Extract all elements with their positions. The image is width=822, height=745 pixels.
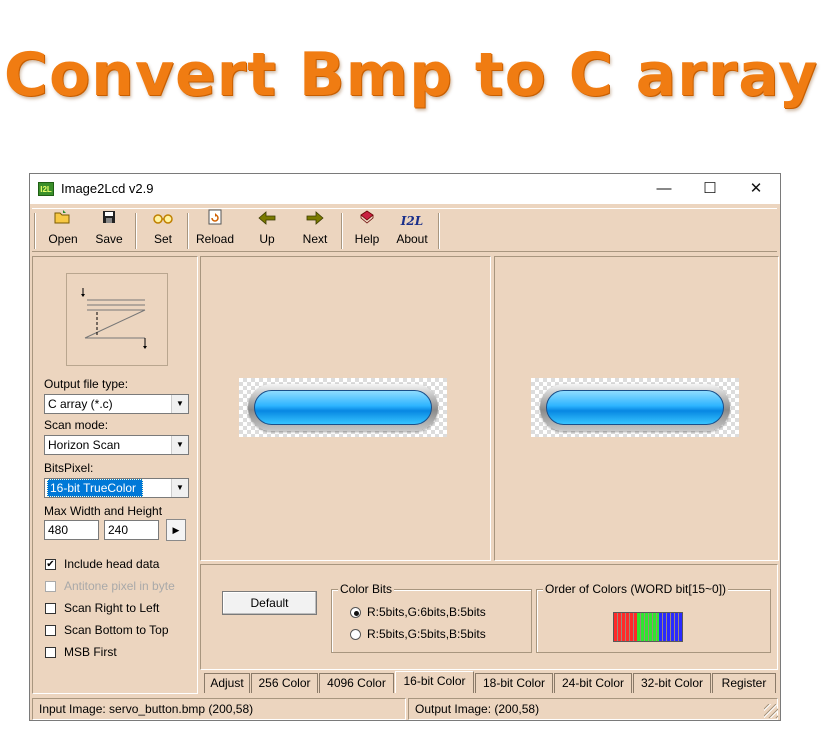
close-button[interactable]: ✕ — [733, 174, 779, 204]
color-order-group: Order of Colors (WORD bit[15~0]) — [536, 582, 771, 653]
max-size-label: Max Width and Height — [44, 504, 163, 518]
toolbar: Open Save Set Reload Up Next Help I2L Ab… — [32, 208, 777, 252]
default-button[interactable]: Default — [222, 591, 317, 615]
next-button[interactable]: Next — [296, 209, 334, 253]
output-image-status: Output Image: (200,58) — [408, 698, 778, 720]
radio-selected-icon — [350, 607, 361, 618]
msb-first-label: MSB First — [64, 645, 117, 659]
output-type-select[interactable]: C array (*.c) ▼ — [44, 394, 189, 414]
color-order-title: Order of Colors (WORD bit[15~0]) — [543, 582, 729, 596]
reload-label: Reload — [195, 232, 235, 246]
scan-mode-select[interactable]: Horizon Scan ▼ — [44, 435, 189, 455]
output-image-preview — [494, 256, 779, 561]
help-label: Help — [354, 232, 380, 246]
reload-icon — [194, 209, 236, 231]
open-button[interactable]: Open — [42, 209, 84, 253]
toolbar-separator — [135, 213, 137, 249]
arrow-left-icon — [250, 209, 284, 231]
bits-pixel-value: 16-bit TrueColor — [47, 479, 144, 497]
scan-right-to-left-label: Scan Right to Left — [64, 601, 160, 615]
resize-grip-icon[interactable] — [764, 704, 778, 718]
maximize-button[interactable]: ☐ — [687, 174, 733, 204]
toolbar-separator — [187, 213, 189, 249]
about-logo-icon: I2L — [400, 214, 424, 228]
scan-direction-icon — [81, 288, 147, 349]
minimize-button[interactable]: — — [641, 174, 687, 204]
tab-256-color[interactable]: 256 Color — [251, 673, 318, 693]
open-label: Open — [48, 232, 78, 246]
bits-pixel-select[interactable]: 16-bit TrueColor ▼ — [44, 478, 189, 498]
chevron-down-icon: ▼ — [171, 436, 188, 454]
tab-18-bit-color[interactable]: 18-bit Color — [475, 673, 553, 693]
chevron-down-icon: ▼ — [171, 395, 188, 413]
radio-565-label: R:5bits,G:6bits,B:5bits — [367, 605, 486, 619]
input-image-status: Input Image: servo_button.bmp (200,58) — [32, 698, 406, 720]
glasses-icon — [144, 209, 182, 231]
scan-mode-label: Scan mode: — [44, 418, 109, 432]
about-button[interactable]: I2L About — [392, 209, 432, 253]
save-button[interactable]: Save — [88, 209, 130, 253]
toolbar-separator — [34, 213, 36, 249]
scan-direction-preview — [66, 273, 168, 366]
settings-panel: Output file type: C array (*.c) ▼ Scan m… — [32, 256, 198, 694]
apply-size-button[interactable]: ▶ — [166, 519, 186, 541]
headline-title: Convert Bmp to C array — [3, 40, 819, 110]
include-head-data-label: Include head data — [64, 557, 160, 571]
input-image-preview — [200, 256, 491, 561]
reload-button[interactable]: Reload — [194, 209, 236, 253]
output-thumbnail — [531, 378, 739, 437]
radio-555-label: R:5bits,G:5bits,B:5bits — [367, 627, 486, 641]
antitone-pixel-label: Antitone pixel in byte — [64, 579, 175, 593]
button-image — [248, 384, 438, 431]
color-order-bars[interactable] — [613, 612, 683, 642]
set-button[interactable]: Set — [144, 209, 182, 253]
scan-mode-value: Horizon Scan — [48, 438, 121, 452]
red-bits-bar — [614, 613, 637, 641]
status-bar: Input Image: servo_button.bmp (200,58) O… — [30, 698, 780, 720]
max-height-input[interactable]: 240 — [104, 520, 159, 540]
button-image — [540, 384, 730, 431]
color-tabs: Adjust 256 Color 4096 Color 16-bit Color… — [204, 671, 780, 693]
tab-16-bit-color[interactable]: 16-bit Color — [395, 671, 474, 693]
help-book-icon — [350, 209, 384, 231]
color-options-panel: Default Color Bits R:5bits,G:6bits,B:5bi… — [200, 564, 778, 670]
help-button[interactable]: Help — [350, 209, 384, 253]
tab-4096-color[interactable]: 4096 Color — [319, 673, 394, 693]
blue-bits-bar — [659, 613, 683, 641]
toolbar-separator — [341, 213, 343, 249]
up-button[interactable]: Up — [250, 209, 284, 253]
arrow-right-icon — [296, 209, 334, 231]
color-bits-group: Color Bits R:5bits,G:6bits,B:5bits R:5bi… — [331, 582, 532, 653]
app-icon: I2L — [38, 182, 54, 196]
scan-bottom-to-top-label: Scan Bottom to Top — [64, 623, 169, 637]
app-window: I2L Image2Lcd v2.9 — ☐ ✕ Open Save Set R… — [29, 173, 781, 721]
about-label: About — [396, 232, 428, 246]
chevron-down-icon: ▼ — [171, 479, 188, 497]
color-bits-title: Color Bits — [338, 582, 395, 596]
set-label: Set — [153, 232, 172, 246]
tab-adjust[interactable]: Adjust — [204, 673, 250, 693]
title-bar[interactable]: I2L Image2Lcd v2.9 — ☐ ✕ — [30, 174, 780, 204]
open-folder-icon — [42, 209, 84, 231]
bits-pixel-label: BitsPixel: — [44, 461, 94, 475]
play-arrow-icon: ▶ — [172, 525, 180, 535]
tab-24-bit-color[interactable]: 24-bit Color — [554, 673, 632, 693]
checkmark-icon: ✔ — [45, 559, 56, 570]
green-bits-bar — [636, 613, 660, 641]
save-disk-icon — [88, 209, 130, 231]
radio-empty-icon — [350, 629, 361, 640]
up-label: Up — [259, 232, 275, 246]
next-label: Next — [302, 232, 328, 246]
toolbar-separator — [438, 213, 440, 249]
save-label: Save — [95, 232, 123, 246]
output-type-value: C array (*.c) — [48, 397, 113, 411]
window-title: Image2Lcd v2.9 — [61, 181, 154, 196]
max-width-input[interactable]: 480 — [44, 520, 99, 540]
output-type-label: Output file type: — [44, 377, 129, 391]
tab-register[interactable]: Register — [712, 673, 776, 693]
input-thumbnail — [239, 378, 447, 437]
tab-32-bit-color[interactable]: 32-bit Color — [633, 673, 711, 693]
